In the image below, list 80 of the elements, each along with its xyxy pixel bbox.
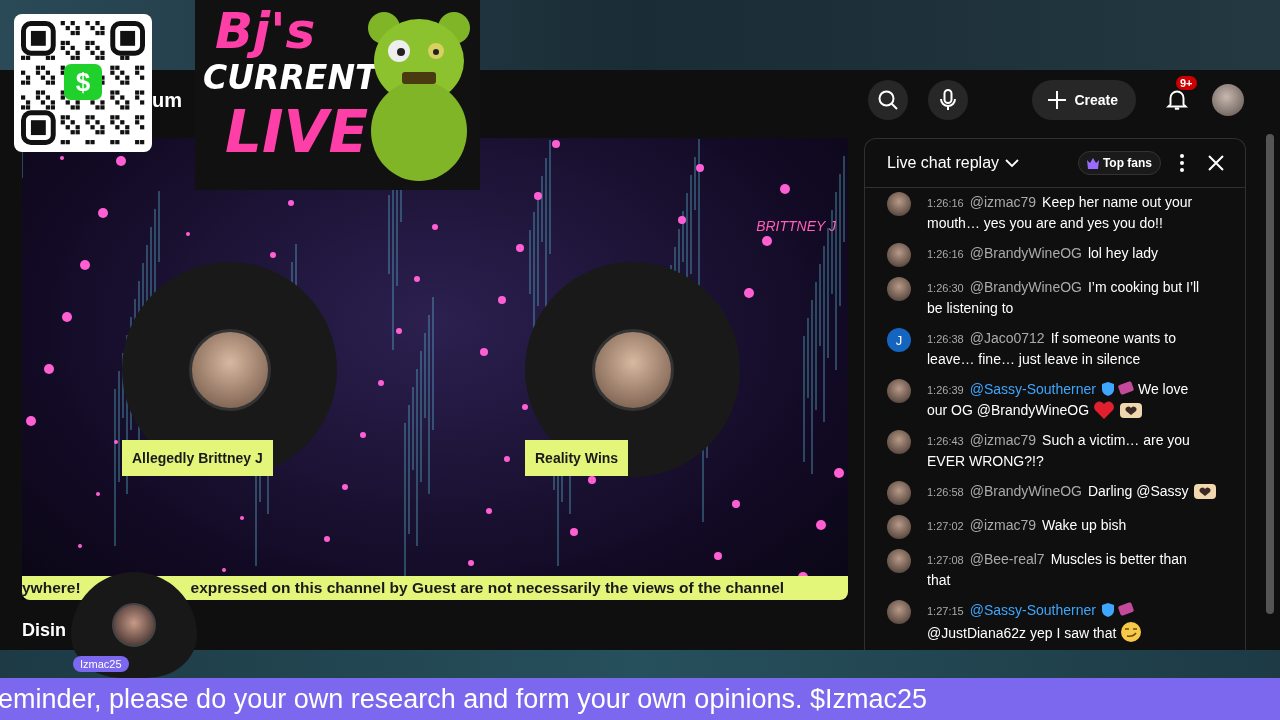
ticker-text: ywhere! (22, 579, 81, 597)
message-text: Wake up bish (1042, 517, 1127, 533)
verified-shield-icon (1102, 382, 1114, 396)
guest-name-badge: Izmac25 (73, 656, 129, 672)
heart-emoji-icon (1093, 400, 1116, 420)
microphone-button[interactable] (928, 80, 969, 120)
top-fans-chip[interactable]: Top fans (1077, 151, 1161, 175)
message-author[interactable]: @BrandyWineOG (969, 279, 1082, 295)
message-text: Muscles is better than (1050, 551, 1187, 567)
message-text: Such a victim… are you (1042, 432, 1190, 448)
caret-icon (1005, 158, 1020, 168)
message-text: We love (1138, 381, 1189, 397)
message-text: EVER WRONG?!? (927, 453, 1044, 469)
ticker-text: expressed on this channel by Guest are not necessarily the views of the channel (190, 579, 785, 597)
message-author[interactable]: @Sassy-Southerner (969, 602, 1096, 618)
logo-text: CURRENT (203, 58, 378, 97)
heart-hands-emoji-icon (1192, 481, 1217, 501)
message-text: lol hey lady (1087, 245, 1158, 261)
scrollbar[interactable] (1266, 134, 1274, 614)
smirk-emoji-icon (1120, 621, 1143, 643)
message-text: our OG @BrandyWineOG (927, 402, 1090, 418)
message-time: 1:27:08 (927, 554, 964, 566)
message-author[interactable]: @BrandyWineOG (969, 245, 1082, 261)
message-text: I’m cooking but I’ll (1087, 279, 1200, 295)
message-text: be listening to (927, 300, 1014, 316)
message-time: 1:27:02 (927, 520, 964, 532)
user-avatar (887, 549, 911, 573)
notification-badge: 9+ (1176, 76, 1197, 90)
message-text: that (927, 572, 951, 588)
message-time: 1:26:43 (927, 435, 964, 447)
user-avatar (887, 515, 911, 539)
message-author[interactable]: @Jaco0712 (969, 330, 1045, 346)
message-time: 1:26:39 (927, 384, 964, 396)
member-badge-icon (1118, 601, 1134, 617)
close-icon[interactable] (1207, 154, 1225, 172)
user-avatar (887, 379, 911, 403)
message-author[interactable]: @Sassy-Southerner (969, 381, 1096, 397)
user-avatar (887, 192, 911, 216)
message-time: 1:26:38 (927, 333, 964, 345)
video-title: Disin (22, 620, 67, 641)
message-text: @JustDiana62z yep I saw that (927, 625, 1117, 641)
message-author[interactable]: @izmac79 (969, 194, 1037, 210)
create-button[interactable]: Create (1032, 80, 1136, 120)
participant-name: Reality Wins (525, 440, 629, 476)
cash-logo: $ (64, 64, 102, 100)
message-author[interactable]: @BrandyWineOG (969, 483, 1082, 499)
message-time: 1:26:30 (927, 282, 964, 294)
participant-name: Allegedly Brittney J (122, 440, 273, 476)
user-avatar (887, 277, 911, 301)
verified-shield-icon (1102, 603, 1114, 617)
message-author[interactable]: @izmac79 (969, 432, 1037, 448)
message-time: 1:26:58 (927, 486, 964, 498)
message-time: 1:27:15 (927, 605, 964, 617)
message-time: 1:26:16 (927, 248, 964, 260)
message-time: 1:26:16 (927, 197, 964, 209)
crown-icon (1086, 157, 1099, 169)
user-avatar (887, 430, 911, 454)
message-text: mouth… yes you are and yes you do!! (927, 215, 1163, 231)
member-badge-icon (1118, 380, 1134, 396)
plus-icon (1046, 89, 1069, 111)
message-text: leave… fine… just leave in silence (927, 351, 1141, 367)
message-author[interactable]: @Bee-real7 (969, 551, 1045, 567)
heart-hands-emoji-icon (1119, 400, 1144, 420)
message-text: Keep her name out your (1042, 194, 1193, 210)
more-options-icon[interactable] (1179, 153, 1185, 173)
user-avatar (887, 243, 911, 267)
search-button[interactable] (868, 80, 909, 120)
guest-avatar (112, 603, 156, 647)
user-avatar: J (887, 328, 911, 352)
ticker-text: eminder, please do your own research and form your own opinions. $Izmac25 (0, 683, 927, 715)
user-avatar (887, 600, 911, 624)
watermark-text: BRITTNEY J (756, 218, 836, 234)
logo-text: Bj's (215, 2, 316, 60)
page-title-fragment: um (152, 88, 182, 112)
chat-mode-dropdown[interactable]: Live chat replay (887, 154, 1020, 172)
message-author[interactable]: @izmac79 (969, 517, 1037, 533)
user-avatar (887, 481, 911, 505)
message-text: Darling @Sassy (1087, 483, 1189, 499)
account-avatar[interactable] (1212, 84, 1244, 116)
message-text: If someone wants to (1050, 330, 1176, 346)
